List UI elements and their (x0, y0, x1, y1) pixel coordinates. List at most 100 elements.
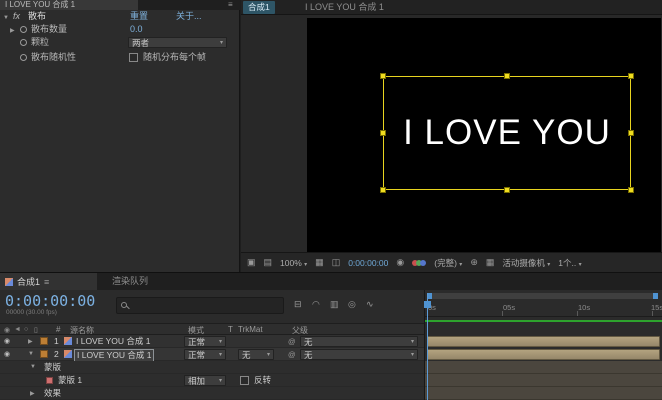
layer-duration-bar[interactable] (427, 336, 660, 347)
snapshot-camera-icon[interactable]: ◉ (396, 257, 404, 268)
composition-text[interactable]: I LOVE YOU (403, 113, 611, 153)
view-layout-dropdown[interactable]: 1个.. ▾ (558, 257, 581, 269)
mask-color-swatch[interactable] (46, 377, 53, 384)
navigator-end-handle[interactable] (653, 293, 658, 299)
channel-icon[interactable] (412, 260, 426, 266)
layer-name[interactable]: I LOVE YOU 合成 1 (76, 336, 150, 347)
chevron-down-icon: ▾ (219, 377, 222, 384)
expand-icon[interactable]: ▼ (28, 351, 34, 357)
selection-handle[interactable] (628, 73, 634, 79)
grain-dropdown[interactable]: 两者 ▾ (128, 37, 227, 48)
zoom-dropdown[interactable]: 100% ▾ (280, 258, 307, 268)
expand-icon[interactable]: ▶ (30, 390, 35, 397)
graph-editor-icon[interactable]: ∿ (366, 299, 374, 310)
selection-handle[interactable] (504, 187, 510, 193)
pickwhip-icon[interactable]: @ (288, 350, 296, 359)
effects-group-label[interactable]: 效果 (44, 388, 61, 399)
selection-handle[interactable] (504, 73, 510, 79)
composition-title[interactable]: I LOVE YOU 合成 1 (305, 2, 384, 13)
stopwatch-icon[interactable] (20, 26, 27, 33)
mask-row[interactable]: 蒙版 1 相加▾ 反转 (0, 374, 424, 387)
layer-number: 1 (54, 336, 59, 347)
cached-frames-indicator (425, 320, 662, 322)
playhead-line[interactable] (427, 293, 428, 400)
trkmat-column-header[interactable]: TrkMat (238, 325, 263, 334)
always-preview-icon[interactable]: ▣ (247, 257, 256, 268)
eye-icon[interactable]: ◉ (4, 350, 10, 360)
shy-layers-icon[interactable]: ◠ (312, 299, 320, 310)
label-color-swatch[interactable] (40, 350, 48, 358)
fx-badge-icon: fx (13, 11, 20, 22)
audio-column-icon[interactable]: ◄ (14, 326, 21, 333)
composition-tab[interactable]: 合成1 (243, 1, 275, 14)
scatter-randomness-label: 散布随机性 (31, 52, 76, 63)
parent-dropdown[interactable]: 无▾ (300, 349, 418, 360)
effect-controls-tab[interactable]: I LOVE YOU 合成 1 (0, 0, 138, 10)
current-time-display[interactable]: 0:00:00:00 (5, 292, 95, 310)
resolution-dropdown[interactable]: (完整) ▾ (434, 257, 462, 269)
expand-icon[interactable]: ▼ (30, 364, 36, 370)
trkmat-dropdown[interactable]: 无▾ (238, 349, 274, 360)
stopwatch-icon[interactable] (20, 54, 27, 61)
mask-group-label[interactable]: 蒙版 (44, 362, 61, 373)
blend-mode-dropdown[interactable]: 正常▾ (184, 349, 226, 360)
chevron-down-icon: ▾ (219, 338, 222, 345)
mask-visibility-icon[interactable]: ◫ (332, 257, 341, 268)
lock-column-icon[interactable]: ▯ (34, 326, 38, 334)
selection-handle[interactable] (628, 187, 634, 193)
effect-reset-button[interactable]: 重置 (130, 11, 148, 22)
eye-icon[interactable]: ◉ (4, 337, 10, 347)
time-navigator[interactable] (427, 293, 658, 299)
comp-icon (64, 350, 72, 358)
comp-icon (5, 278, 13, 286)
composition-canvas[interactable]: I LOVE YOU (307, 18, 661, 252)
motion-blur-icon[interactable]: ◎ (348, 299, 356, 310)
zoom-value: 100% (280, 258, 302, 268)
scatter-amount-value[interactable]: 0.0 (130, 24, 143, 35)
expand-icon[interactable]: ▶ (28, 338, 33, 345)
time-ruler[interactable]: 0s 05s 10s 15s (425, 301, 662, 317)
playhead-handle[interactable] (424, 301, 431, 308)
timeline-tab-comp[interactable]: 合成1 ≡ (0, 273, 97, 290)
randomize-checkbox[interactable] (129, 53, 138, 62)
comp-mini-flowchart-icon[interactable]: ⊟ (294, 299, 302, 310)
t-column-header: T (228, 325, 233, 334)
mask-selection-box[interactable]: I LOVE YOU (383, 76, 631, 190)
viewer-timecode[interactable]: 0:00:00:00 (348, 258, 388, 268)
selection-handle[interactable] (380, 73, 386, 79)
camera-view-dropdown[interactable]: 活动摄像机 ▾ (502, 257, 550, 269)
effect-name[interactable]: 散布 (28, 11, 46, 22)
parent-dropdown[interactable]: 无▾ (300, 336, 418, 347)
timeline-tab-render-queue[interactable]: 渲染队列 (112, 276, 148, 287)
ruler-tick-label: 10s (578, 303, 590, 312)
panel-menu-icon[interactable]: ≡ (228, 0, 233, 10)
amount-expand-icon[interactable]: ▶ (10, 26, 15, 36)
layer-row[interactable]: ◉ ▶ 1 I LOVE YOU 合成 1 正常▾ @ 无▾ (0, 335, 424, 348)
mask-mode-dropdown[interactable]: 相加▾ (184, 375, 226, 386)
transparency-grid-icon[interactable]: ▦ (486, 257, 495, 268)
timeline-search-input[interactable] (116, 297, 284, 314)
frame-blend-icon[interactable]: ▥ (330, 299, 339, 310)
selection-handle[interactable] (380, 130, 386, 136)
grid-guides-icon[interactable]: ▦ (315, 257, 324, 268)
video-column-icon[interactable]: ◉ (4, 326, 10, 334)
blend-mode-dropdown[interactable]: 正常▾ (184, 336, 226, 347)
selection-handle[interactable] (628, 130, 634, 136)
mask-invert-checkbox[interactable] (240, 376, 249, 385)
effects-group-row[interactable]: ▶ 效果 (0, 387, 424, 400)
layer-duration-bar[interactable] (427, 349, 660, 360)
selection-handle[interactable] (380, 187, 386, 193)
effect-expand-icon[interactable]: ▼ (3, 13, 9, 23)
panel-menu-icon[interactable]: ≡ (44, 277, 49, 287)
effect-about-button[interactable]: 关于... (176, 11, 202, 22)
stopwatch-icon[interactable] (20, 39, 27, 46)
layer-row[interactable]: ◉ ▼ 2 I LOVE YOU 合成 1 正常▾ 无▾ @ 无▾ (0, 348, 424, 361)
mask-group-row[interactable]: ▼ 蒙版 (0, 361, 424, 374)
mask-name[interactable]: 蒙版 1 (58, 375, 82, 386)
solo-column-icon[interactable]: ○ (24, 326, 28, 333)
label-color-swatch[interactable] (40, 337, 48, 345)
monitor-icon[interactable]: ▤ (264, 257, 273, 268)
scatter-amount-label: 散布数量 (31, 24, 67, 35)
pickwhip-icon[interactable]: @ (288, 337, 296, 346)
roi-icon[interactable]: ⊕ (470, 257, 478, 268)
